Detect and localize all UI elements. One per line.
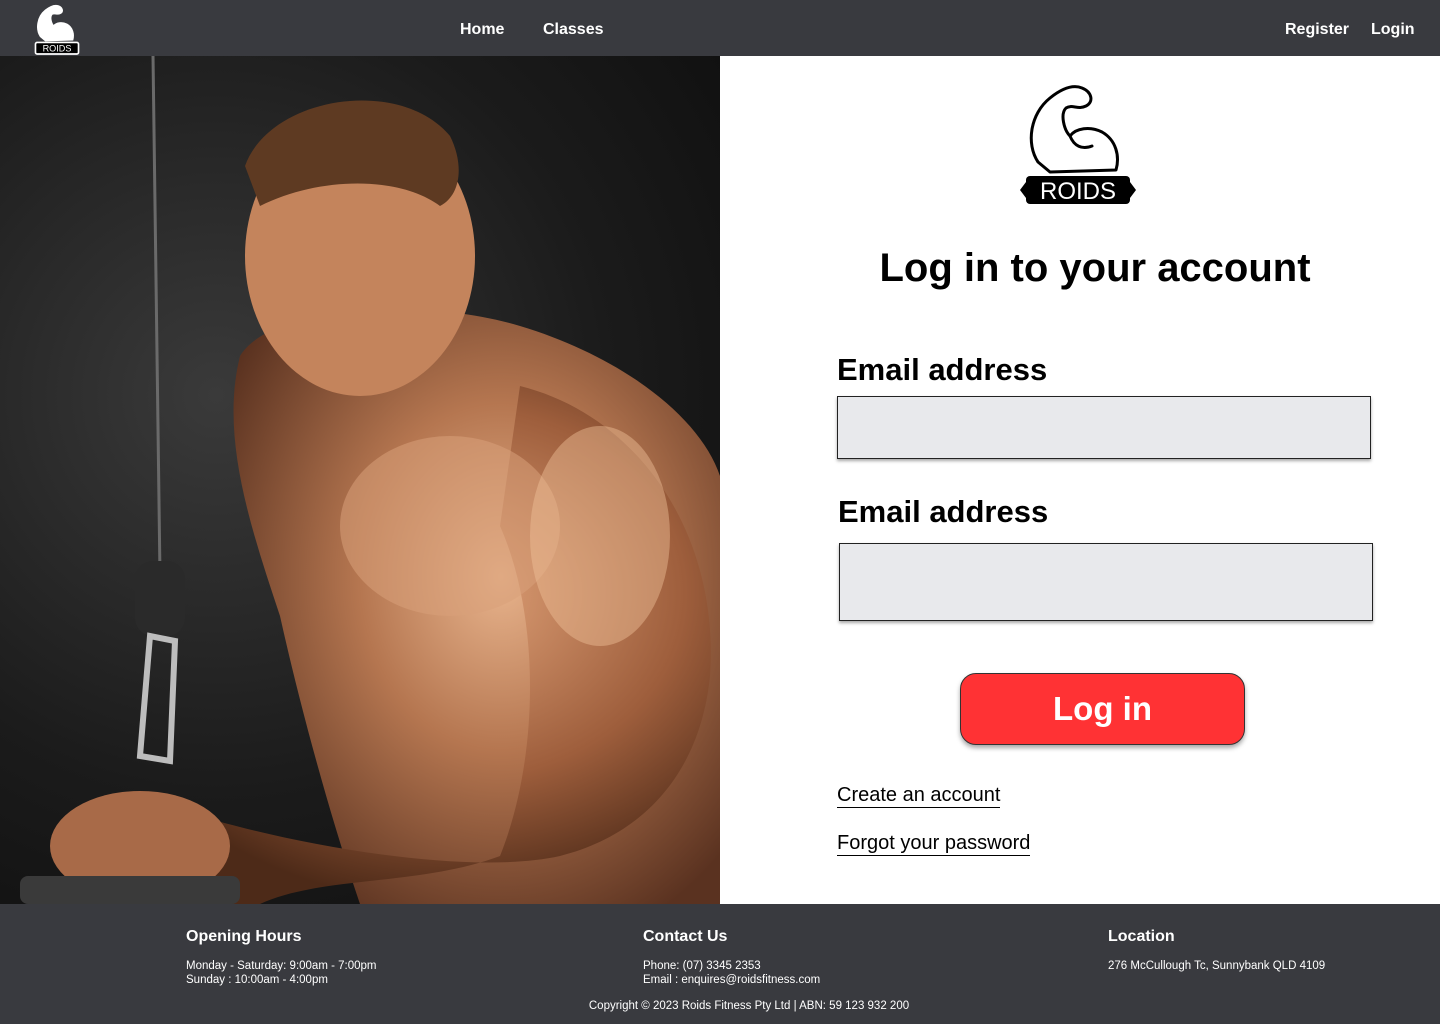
site-footer: Opening Hours Monday - Saturday: 9:00am …	[0, 904, 1440, 1024]
login-button[interactable]: Log in	[960, 673, 1245, 745]
roids-logo-icon[interactable]: ROIDS	[33, 4, 81, 56]
hero-illustration	[20, 56, 720, 904]
nav-classes-link[interactable]: Classes	[543, 21, 604, 39]
opening-hours-heading: Opening Hours	[186, 928, 302, 945]
roids-logo-icon: ROIDS	[1020, 85, 1136, 205]
login-panel: ROIDS Log in to your account Email addre…	[720, 56, 1440, 904]
create-account-link[interactable]: Create an account	[837, 783, 1001, 808]
nav-register-link[interactable]: Register	[1285, 21, 1349, 39]
opening-hours-sunday: Sunday : 10:00am - 4:00pm	[186, 974, 328, 986]
contact-email: Email : enquires@roidsfitness.com	[643, 974, 821, 986]
page-title: Log in to your account	[879, 246, 1311, 290]
form-logo-wordmark: ROIDS	[1040, 178, 1116, 205]
copyright-text: Copyright © 2023 Roids Fitness Pty Ltd |…	[588, 1000, 910, 1012]
hero-athlete-photo	[0, 56, 720, 904]
contact-heading: Contact Us	[643, 928, 728, 945]
contact-phone: Phone: (07) 3345 2353	[643, 960, 761, 972]
nav-home-link[interactable]: Home	[460, 21, 504, 39]
email-field-label: Email address	[837, 352, 1048, 387]
second-email-field[interactable]	[839, 543, 1373, 621]
second-email-field-label: Email address	[838, 494, 1049, 529]
email-field[interactable]	[837, 396, 1371, 459]
nav-login-link[interactable]: Login	[1371, 21, 1415, 39]
nav-logo-wordmark: ROIDS	[43, 44, 72, 54]
location-address: 276 McCullough Tc, Sunnybank QLD 4109	[1108, 960, 1326, 972]
location-heading: Location	[1108, 928, 1175, 945]
top-nav: ROIDS Home Classes Register Login	[0, 0, 1440, 56]
forgot-password-link[interactable]: Forgot your password	[837, 831, 1031, 856]
opening-hours-weekday: Monday - Saturday: 9:00am - 7:00pm	[186, 960, 377, 972]
